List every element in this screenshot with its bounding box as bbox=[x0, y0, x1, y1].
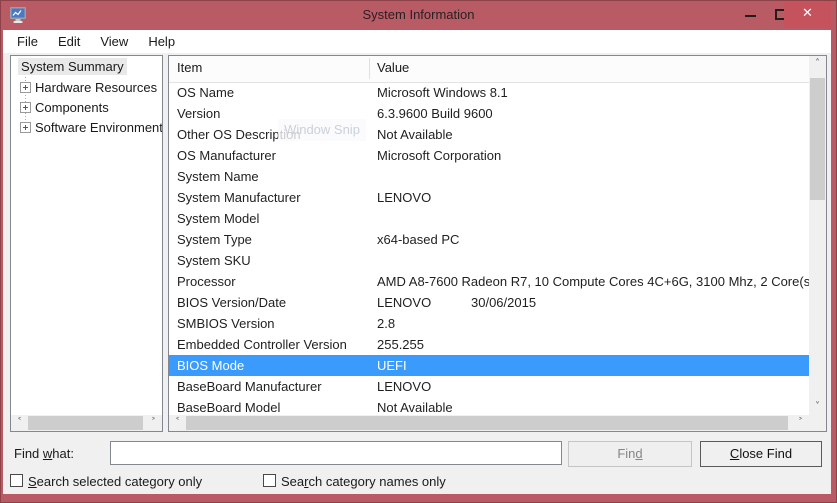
table-row-selected[interactable]: BIOS Mode UEFI bbox=[169, 355, 809, 376]
table-row[interactable]: BIOS Version/Date LENOVO 30/06/2015 bbox=[169, 292, 809, 313]
expand-plus-icon[interactable] bbox=[20, 102, 31, 113]
scroll-up-icon[interactable] bbox=[809, 56, 826, 72]
row-value-date: 30/06/2015 bbox=[471, 295, 536, 310]
column-header-value[interactable]: Value bbox=[377, 60, 409, 75]
row-value: LENOVO bbox=[377, 190, 431, 205]
row-item: BaseBoard Manufacturer bbox=[177, 379, 322, 394]
row-item: System SKU bbox=[177, 253, 251, 268]
scrollbar-thumb[interactable] bbox=[186, 416, 788, 430]
tree-horizontal-scrollbar[interactable] bbox=[11, 415, 162, 431]
system-information-window: System Information ✕ File Edit View Help… bbox=[0, 0, 837, 503]
table-row[interactable]: BaseBoard Model Not Available bbox=[169, 397, 809, 415]
menu-help[interactable]: Help bbox=[138, 32, 185, 51]
row-value: Microsoft Windows 8.1 bbox=[377, 85, 508, 100]
close-icon: ✕ bbox=[802, 6, 813, 21]
row-item: System Model bbox=[177, 211, 259, 226]
table-row[interactable]: SMBIOS Version 2.8 bbox=[169, 313, 809, 334]
client-area: System Summary Hardware Resources Compon… bbox=[3, 53, 831, 494]
vertical-scrollbar[interactable] bbox=[809, 56, 826, 415]
row-item: System Manufacturer bbox=[177, 190, 301, 205]
table-row[interactable]: Version 6.3.9600 Build 9600 bbox=[169, 103, 809, 124]
table-row[interactable]: System SKU bbox=[169, 250, 809, 271]
row-item: Version bbox=[177, 106, 220, 121]
list-rows: OS Name Microsoft Windows 8.1 Version 6.3.… bbox=[169, 82, 809, 415]
row-item: BaseBoard Model bbox=[177, 400, 280, 415]
row-value: 2.8 bbox=[377, 316, 395, 331]
list-header: Item Value bbox=[169, 56, 809, 83]
minimize-icon bbox=[745, 15, 756, 17]
row-item: OS Manufacturer bbox=[177, 148, 276, 163]
scroll-right-icon[interactable] bbox=[145, 415, 162, 431]
row-item: BIOS Version/Date bbox=[177, 295, 286, 310]
table-row[interactable]: Embedded Controller Version 255.255 bbox=[169, 334, 809, 355]
search-category-names-label[interactable]: Search category names only bbox=[281, 474, 446, 489]
find-what-label: Find what: bbox=[14, 446, 74, 461]
row-item: System Name bbox=[177, 169, 259, 184]
row-item: SMBIOS Version bbox=[177, 316, 275, 331]
table-row[interactable]: System Name bbox=[169, 166, 809, 187]
row-value: AMD A8-7600 Radeon R7, 10 Compute Cores … bbox=[377, 274, 809, 289]
window-snip-ghost-overlay: Window Snip bbox=[278, 119, 366, 141]
table-row[interactable]: OS Manufacturer Microsoft Corporation bbox=[169, 145, 809, 166]
row-item: BIOS Mode bbox=[177, 358, 244, 373]
row-item: Processor bbox=[177, 274, 236, 289]
search-category-names-checkbox[interactable] bbox=[263, 474, 276, 487]
scrollbar-thumb[interactable] bbox=[810, 78, 825, 200]
table-row[interactable]: Other OS DescriptionNot Available bbox=[169, 124, 809, 145]
row-value: x64-based PC bbox=[377, 232, 459, 247]
close-button[interactable]: ✕ bbox=[784, 1, 831, 28]
scrollbar-corner bbox=[809, 415, 826, 431]
find-input[interactable] bbox=[110, 441, 562, 465]
scrollbar-thumb[interactable] bbox=[28, 416, 143, 430]
search-selected-category-checkbox[interactable] bbox=[10, 474, 23, 487]
table-row[interactable]: Processor AMD A8-7600 Radeon R7, 10 Compu… bbox=[169, 271, 809, 292]
row-value: Microsoft Corporation bbox=[377, 148, 501, 163]
title-bar[interactable]: System Information ✕ bbox=[0, 0, 837, 30]
row-item: OS Name bbox=[177, 85, 234, 100]
details-list-panel: Item Value OS Name Microsoft Windows 8.1 … bbox=[168, 55, 827, 432]
row-item: System Type bbox=[177, 232, 252, 247]
scroll-left-icon[interactable] bbox=[11, 415, 28, 431]
row-value: UEFI bbox=[377, 358, 407, 373]
scroll-down-icon[interactable] bbox=[809, 399, 826, 415]
close-find-button[interactable]: Close Find bbox=[700, 441, 822, 467]
horizontal-scrollbar[interactable] bbox=[169, 415, 809, 431]
expand-plus-icon[interactable] bbox=[20, 82, 31, 93]
menu-view[interactable]: View bbox=[90, 32, 138, 51]
column-divider[interactable] bbox=[369, 58, 370, 79]
table-row[interactable]: OS Name Microsoft Windows 8.1 bbox=[169, 82, 809, 103]
table-row[interactable]: System Type x64-based PC bbox=[169, 229, 809, 250]
tree-item-label: System Summary bbox=[18, 58, 127, 75]
tree-item-label: Components bbox=[35, 98, 109, 118]
menu-bar: File Edit View Help bbox=[3, 30, 831, 53]
row-value: LENOVO bbox=[377, 295, 431, 310]
category-tree-panel: System Summary Hardware Resources Compon… bbox=[10, 55, 163, 432]
row-value: Not Available bbox=[377, 400, 453, 415]
table-row[interactable]: System Model bbox=[169, 208, 809, 229]
window-title: System Information bbox=[0, 0, 837, 30]
column-header-item[interactable]: Item bbox=[177, 60, 202, 75]
menu-edit[interactable]: Edit bbox=[48, 32, 90, 51]
menu-file[interactable]: File bbox=[7, 32, 48, 51]
row-value: LENOVO bbox=[377, 379, 431, 394]
row-value: 6.3.9600 Build 9600 bbox=[377, 106, 493, 121]
scroll-right-icon[interactable] bbox=[792, 415, 809, 431]
scroll-left-icon[interactable] bbox=[169, 415, 186, 431]
table-row[interactable]: System Manufacturer LENOVO bbox=[169, 187, 809, 208]
row-value: 255.255 bbox=[377, 337, 424, 352]
table-row[interactable]: BaseBoard Manufacturer LENOVO bbox=[169, 376, 809, 397]
tree-item-label: Software Environment bbox=[35, 118, 163, 138]
expand-plus-icon[interactable] bbox=[20, 122, 31, 133]
minimize-button[interactable] bbox=[735, 0, 765, 28]
row-item: Embedded Controller Version bbox=[177, 337, 347, 352]
search-selected-category-label[interactable]: Search selected category only bbox=[28, 474, 202, 489]
tree-item-label: Hardware Resources bbox=[35, 78, 157, 98]
tree-item-system-summary[interactable]: System Summary bbox=[11, 58, 127, 78]
row-value: Not Available bbox=[377, 127, 453, 142]
find-button[interactable]: Find bbox=[568, 441, 692, 467]
